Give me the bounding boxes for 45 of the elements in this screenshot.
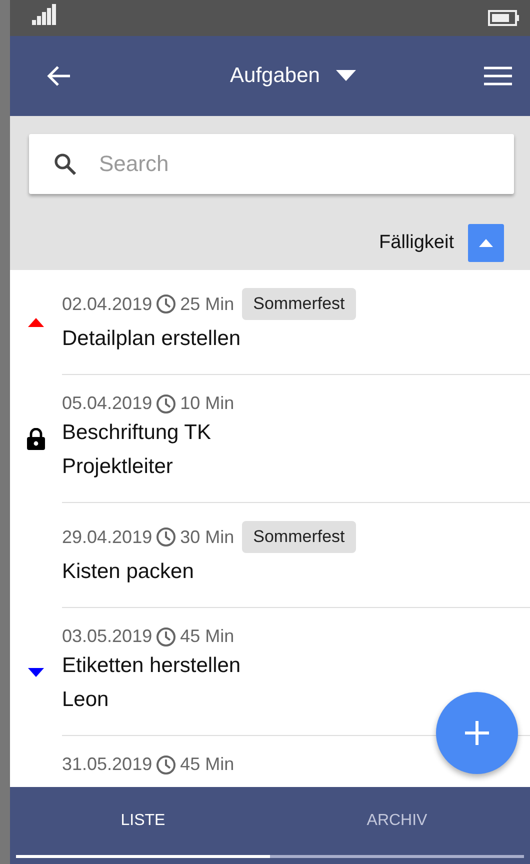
- priority-up-icon: [28, 318, 44, 327]
- clock-icon: [156, 626, 176, 646]
- task-item[interactable]: 29.04.2019 30 Min Sommerfest Kisten packen: [10, 503, 530, 608]
- title-dropdown[interactable]: Aufgaben: [230, 64, 356, 88]
- task-item[interactable]: 05.04.2019 10 Min Beschriftung TK Projektleiter: [10, 375, 530, 503]
- due-date: 29.04.2019: [62, 526, 152, 548]
- task-title: Etiketten herstellen: [62, 653, 242, 679]
- due-date: 31.05.2019: [62, 754, 152, 775]
- plus-icon: [464, 720, 490, 746]
- signal-icon: [32, 4, 58, 26]
- due-date: 05.04.2019: [62, 393, 152, 414]
- clock-icon: [156, 754, 176, 774]
- duration: 25 Min: [180, 294, 234, 314]
- bottom-tab[interactable]: ARCHIV: [270, 787, 524, 858]
- search-field[interactable]: Search: [97, 150, 490, 178]
- task-title: Beschriftung TK: [62, 420, 212, 446]
- battery-icon: [488, 10, 520, 26]
- tag-chip: Sommerfest: [242, 521, 356, 553]
- due-date: 02.04.2019: [62, 294, 152, 314]
- tag-chip: Sommerfest: [242, 288, 356, 320]
- duration: 45 Min: [180, 754, 234, 775]
- back-arrow-icon: [46, 64, 72, 88]
- clock-icon: [156, 294, 176, 314]
- search-icon: [53, 152, 77, 176]
- menu-icon: [484, 66, 512, 86]
- duration: 10 Min: [180, 393, 234, 414]
- search-bar[interactable]: Search: [29, 134, 514, 194]
- task-item[interactable]: 02.04.2019 25 Min Sommerfest Detailplan erstellen: [10, 270, 530, 375]
- caret-icon: [336, 70, 356, 82]
- duration: 45 Min: [180, 626, 234, 647]
- clock-icon: [156, 394, 176, 414]
- bottom-tab[interactable]: LISTE: [16, 787, 270, 858]
- clock-icon: [156, 527, 176, 547]
- priority-down-icon: [28, 668, 44, 676]
- up-triangle-icon: [479, 239, 493, 247]
- lock-icon: [27, 428, 45, 450]
- task-title: Kisten packen: [62, 559, 195, 585]
- duration: 30 Min: [180, 526, 234, 548]
- sort-label: Fälligkeit: [379, 232, 454, 254]
- task-assignee: Leon: [62, 687, 110, 713]
- add-button[interactable]: [436, 692, 518, 774]
- task-title: Detailplan erstellen: [62, 326, 242, 352]
- due-date: 03.05.2019: [62, 626, 152, 647]
- task-assignee: Projektleiter: [62, 454, 174, 480]
- sort-direction-button[interactable]: [468, 224, 504, 262]
